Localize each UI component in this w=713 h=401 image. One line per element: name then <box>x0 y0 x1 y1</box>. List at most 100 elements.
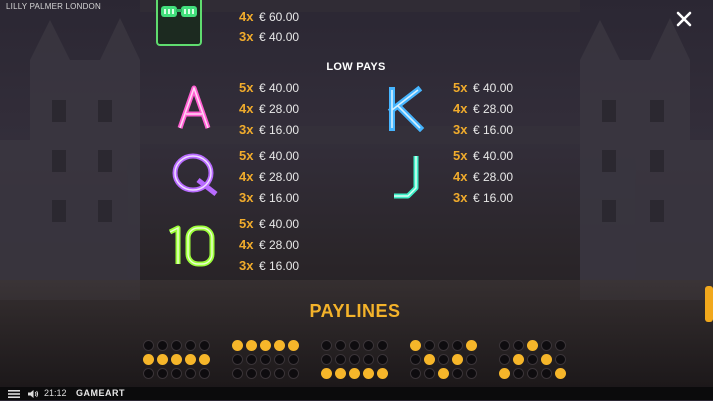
letter-k-symbol-icon <box>382 84 432 137</box>
paytable-row: 4x € 28.00 <box>453 101 514 116</box>
game-title: LILLY PALMER LONDON <box>6 2 101 11</box>
close-icon <box>676 11 692 27</box>
number-ten-symbol-icon <box>164 222 222 275</box>
payline-dot <box>335 354 346 365</box>
payline-diagram <box>143 340 210 379</box>
payline-dot <box>363 340 374 351</box>
payline-dot <box>555 340 566 351</box>
payline-dot <box>143 340 154 351</box>
paytable-row: 3x € 16.00 <box>239 258 300 273</box>
payline-dot-active <box>377 368 388 379</box>
payline-dot <box>171 368 182 379</box>
payline-diagram <box>499 340 566 379</box>
payline-dot <box>260 368 271 379</box>
menu-icon <box>8 390 20 398</box>
paytable-row: 3x € 16.00 <box>453 190 514 205</box>
payline-diagram <box>410 340 477 379</box>
payline-dot-active <box>438 368 449 379</box>
letter-j-symbol-icon <box>386 152 430 205</box>
payline-dot-active <box>143 354 154 365</box>
payline-dot <box>232 354 243 365</box>
payline-dot <box>199 368 210 379</box>
payline-dot <box>410 368 421 379</box>
paytable-row: 5x € 40.00 <box>239 80 300 95</box>
payline-dot <box>527 354 538 365</box>
payline-dot <box>424 368 435 379</box>
payline-dot <box>185 340 196 351</box>
payline-dot <box>527 368 538 379</box>
payline-dot-active <box>232 340 243 351</box>
payline-dot <box>499 354 510 365</box>
sunglasses-symbol-icon <box>156 0 202 51</box>
payline-dot <box>438 340 449 351</box>
payline-dot-active <box>466 340 477 351</box>
payline-dot <box>513 340 524 351</box>
menu-button[interactable] <box>8 389 20 401</box>
payline-dot <box>349 354 360 365</box>
payline-dot <box>555 354 566 365</box>
sound-button[interactable] <box>27 389 39 401</box>
letter-a-symbol-icon <box>172 84 216 137</box>
payline-dot-active <box>157 354 168 365</box>
clock: 21:12 <box>44 388 67 398</box>
payline-dot-active <box>527 340 538 351</box>
payline-diagram <box>232 340 299 379</box>
payline-dot <box>321 354 332 365</box>
payline-dot <box>541 368 552 379</box>
payline-dot <box>452 340 463 351</box>
paytable-row: 4x € 28.00 <box>239 237 300 252</box>
paytable-row: 3x € 16.00 <box>239 190 300 205</box>
payline-dot-active <box>363 368 374 379</box>
payline-dot <box>157 368 168 379</box>
speaker-icon <box>28 390 39 398</box>
payline-dot <box>185 368 196 379</box>
payline-dot <box>363 354 374 365</box>
payline-dot-active <box>260 340 271 351</box>
payline-dot-active <box>335 368 346 379</box>
payline-dot-active <box>555 368 566 379</box>
payline-dot <box>377 354 388 365</box>
payline-dot <box>513 368 524 379</box>
payline-dot <box>288 354 299 365</box>
payline-dot <box>438 354 449 365</box>
payline-dot-active <box>246 340 257 351</box>
scrollbar-thumb[interactable] <box>705 286 713 322</box>
paytable-row: 5x € 40.00 <box>453 148 514 163</box>
payline-dot <box>288 368 299 379</box>
payline-dot <box>499 340 510 351</box>
payline-dot-active <box>513 354 524 365</box>
payline-dot <box>260 354 271 365</box>
payline-dot <box>452 368 463 379</box>
payline-dot <box>349 340 360 351</box>
payline-dot-active <box>499 368 510 379</box>
payline-dot <box>232 368 243 379</box>
paytable-row: 5x € 40.00 <box>453 80 514 95</box>
payline-dot-active <box>274 340 285 351</box>
close-button[interactable] <box>674 9 694 29</box>
payline-dot <box>157 340 168 351</box>
payline-dot <box>541 340 552 351</box>
letter-q-symbol-icon <box>168 150 222 205</box>
payline-dot <box>335 340 346 351</box>
payline-dot <box>410 354 421 365</box>
paytable-row: 4x € 60.00 <box>239 9 300 24</box>
payline-dot <box>246 368 257 379</box>
payline-dot <box>377 340 388 351</box>
payline-dot <box>171 340 182 351</box>
paytable-row: 4x € 28.00 <box>239 169 300 184</box>
bottom-bar: 21:12 GAMEART <box>0 387 713 400</box>
payline-dot-active <box>199 354 210 365</box>
payline-dot-active <box>288 340 299 351</box>
payline-dot-active <box>410 340 421 351</box>
payline-dot <box>466 354 477 365</box>
payline-dot <box>274 368 285 379</box>
payline-dot-active <box>452 354 463 365</box>
payline-dot <box>143 368 154 379</box>
section-title-paylines: PAYLINES <box>309 301 401 321</box>
payline-dot <box>466 368 477 379</box>
paytable-row: 3x € 16.00 <box>453 122 514 137</box>
payline-dot-active <box>541 354 552 365</box>
section-title-low-pays: LOW PAYS <box>326 61 386 73</box>
payline-dot <box>424 340 435 351</box>
payline-dot-active <box>424 354 435 365</box>
